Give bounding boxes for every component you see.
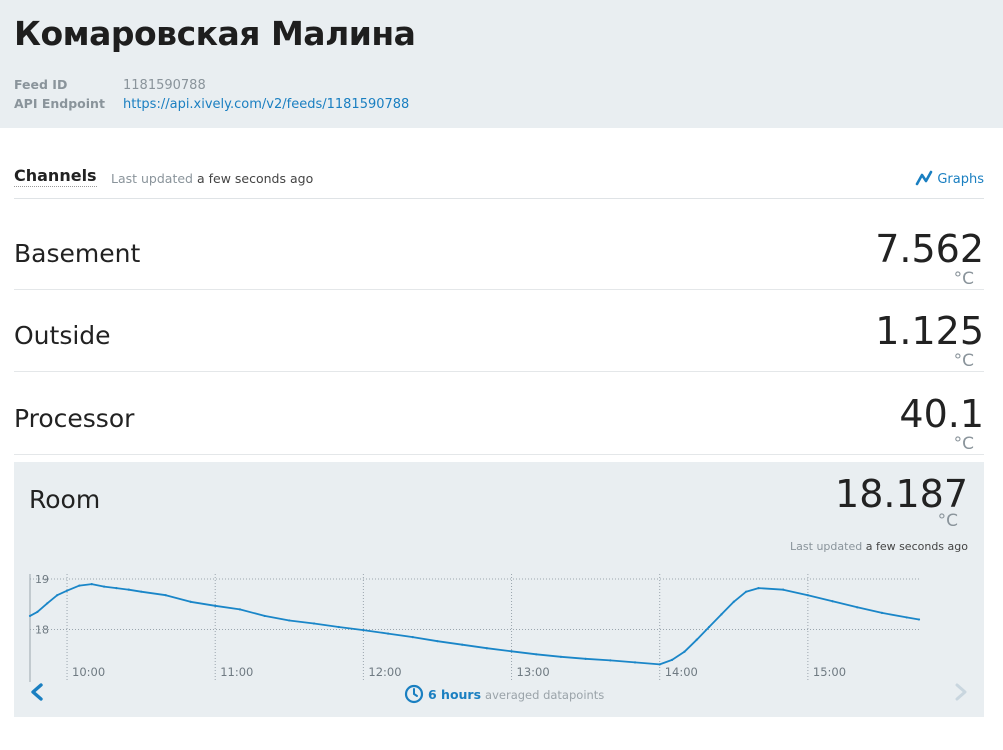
data-point: [707, 625, 711, 629]
data-point: [745, 590, 748, 593]
last-updated-prefix: Last updated: [111, 171, 193, 186]
x-tick-label: 11:00: [220, 665, 253, 679]
data-point: [36, 610, 39, 613]
data-point: [189, 600, 192, 603]
data-point: [127, 588, 130, 591]
data-point: [757, 587, 760, 590]
room-last-updated-prefix: Last updated: [790, 540, 863, 553]
api-endpoint-row: API Endpoint https://api.xively.com/v2/fe…: [14, 96, 409, 112]
channel-value: 7.562: [875, 227, 984, 271]
time-range-selector[interactable]: 6 hours averaged datapoints: [404, 684, 604, 704]
data-point: [263, 614, 266, 618]
api-endpoint-label: API Endpoint: [14, 96, 105, 111]
data-point: [78, 584, 81, 587]
data-point: [485, 647, 488, 650]
data-point: [164, 594, 167, 597]
data-point: [115, 587, 118, 590]
y-tick-label: 18: [35, 624, 49, 637]
feed-title: Комаровская Малина: [14, 14, 416, 53]
channel-row-room-expanded[interactable]: Room 18.187 °C Last updated a few second…: [14, 462, 984, 717]
x-tick-label: 14:00: [665, 665, 698, 679]
feed-id-value: 1181590788: [123, 78, 206, 93]
data-point: [102, 585, 106, 588]
data-point: [831, 600, 834, 603]
channel-name: Room: [29, 485, 101, 514]
data-point: [806, 594, 809, 597]
clock-icon: [404, 684, 424, 704]
data-point: [917, 618, 921, 621]
channel-unit: °C: [953, 434, 974, 454]
channels-bar: Channels Last updated a few seconds ago …: [14, 160, 984, 199]
data-point: [362, 628, 365, 632]
time-range-sub: averaged datapoints: [485, 688, 605, 702]
chevron-right-icon[interactable]: [952, 682, 970, 702]
x-tick-label: 10:00: [72, 665, 105, 679]
x-tick-label: 13:00: [517, 665, 550, 679]
data-point: [584, 657, 587, 660]
data-point: [510, 650, 513, 653]
channel-value: 18.187: [835, 472, 968, 516]
channel-unit: °C: [937, 511, 958, 531]
data-point: [436, 640, 439, 643]
room-last-updated: Last updated a few seconds ago: [790, 540, 968, 553]
data-point: [238, 608, 242, 611]
data-point: [337, 625, 340, 629]
channel-name: Outside: [14, 321, 111, 350]
data-point: [312, 622, 316, 625]
data-point: [65, 589, 69, 592]
feed-header: Комаровская Малина Feed ID 1181590788 API…: [0, 0, 1003, 128]
data-point: [658, 663, 661, 666]
data-point: [732, 600, 735, 603]
last-updated-value: a few seconds ago: [196, 171, 314, 186]
feed-id-row: Feed ID 1181590788: [14, 77, 206, 93]
data-point: [633, 661, 637, 664]
graphs-label: Graphs: [937, 172, 984, 187]
channel-name: Basement: [14, 239, 141, 268]
feed-id-label: Feed ID: [14, 77, 68, 92]
room-last-updated-value: a few seconds ago: [865, 540, 968, 553]
api-endpoint-link[interactable]: https://api.xively.com/v2/feeds/11815907…: [123, 97, 409, 112]
data-point: [411, 636, 414, 639]
data-point: [880, 611, 884, 614]
channel-value: 1.125: [875, 309, 984, 353]
data-point: [56, 594, 59, 597]
data-point: [28, 614, 32, 618]
channels-last-updated: Last updated a few seconds ago: [111, 171, 313, 186]
data-point: [559, 655, 563, 658]
channel-value: 40.1: [899, 392, 984, 436]
channel-name: Processor: [14, 404, 135, 433]
data-point: [905, 616, 908, 619]
room-temperature-chart: 19 18 10:00 11:00 12:00 13:00 14:00 15:00: [28, 573, 921, 682]
time-range-label: 6 hours: [428, 687, 482, 702]
data-point: [670, 658, 674, 661]
data-point: [386, 632, 390, 635]
graph-icon: [916, 170, 933, 186]
channel-unit: °C: [953, 269, 974, 289]
series-line-room: [29, 583, 920, 666]
data-point: [683, 650, 686, 653]
data-point: [782, 588, 785, 591]
x-tick-label: 12:00: [368, 665, 401, 679]
channel-row-processor[interactable]: Processor 40.1 °C: [14, 372, 984, 455]
chevron-left-icon[interactable]: [28, 682, 46, 702]
graphs-link[interactable]: Graphs: [915, 170, 984, 187]
data-point: [856, 606, 859, 609]
data-point: [288, 619, 291, 622]
channel-unit: °C: [953, 351, 974, 371]
channels-title[interactable]: Channels: [14, 166, 97, 187]
data-point: [214, 604, 217, 607]
data-point: [90, 583, 93, 586]
channel-row-basement[interactable]: Basement 7.562 °C: [14, 207, 984, 290]
y-tick-label: 19: [35, 573, 49, 586]
data-point: [535, 653, 538, 656]
data-point: [695, 638, 698, 641]
data-point: [140, 590, 143, 593]
data-point: [609, 659, 612, 662]
data-point: [461, 643, 464, 646]
x-tick-label: 15:00: [813, 665, 846, 679]
channel-row-outside[interactable]: Outside 1.125 °C: [14, 289, 984, 372]
data-point: [46, 602, 49, 605]
data-point: [720, 613, 723, 616]
